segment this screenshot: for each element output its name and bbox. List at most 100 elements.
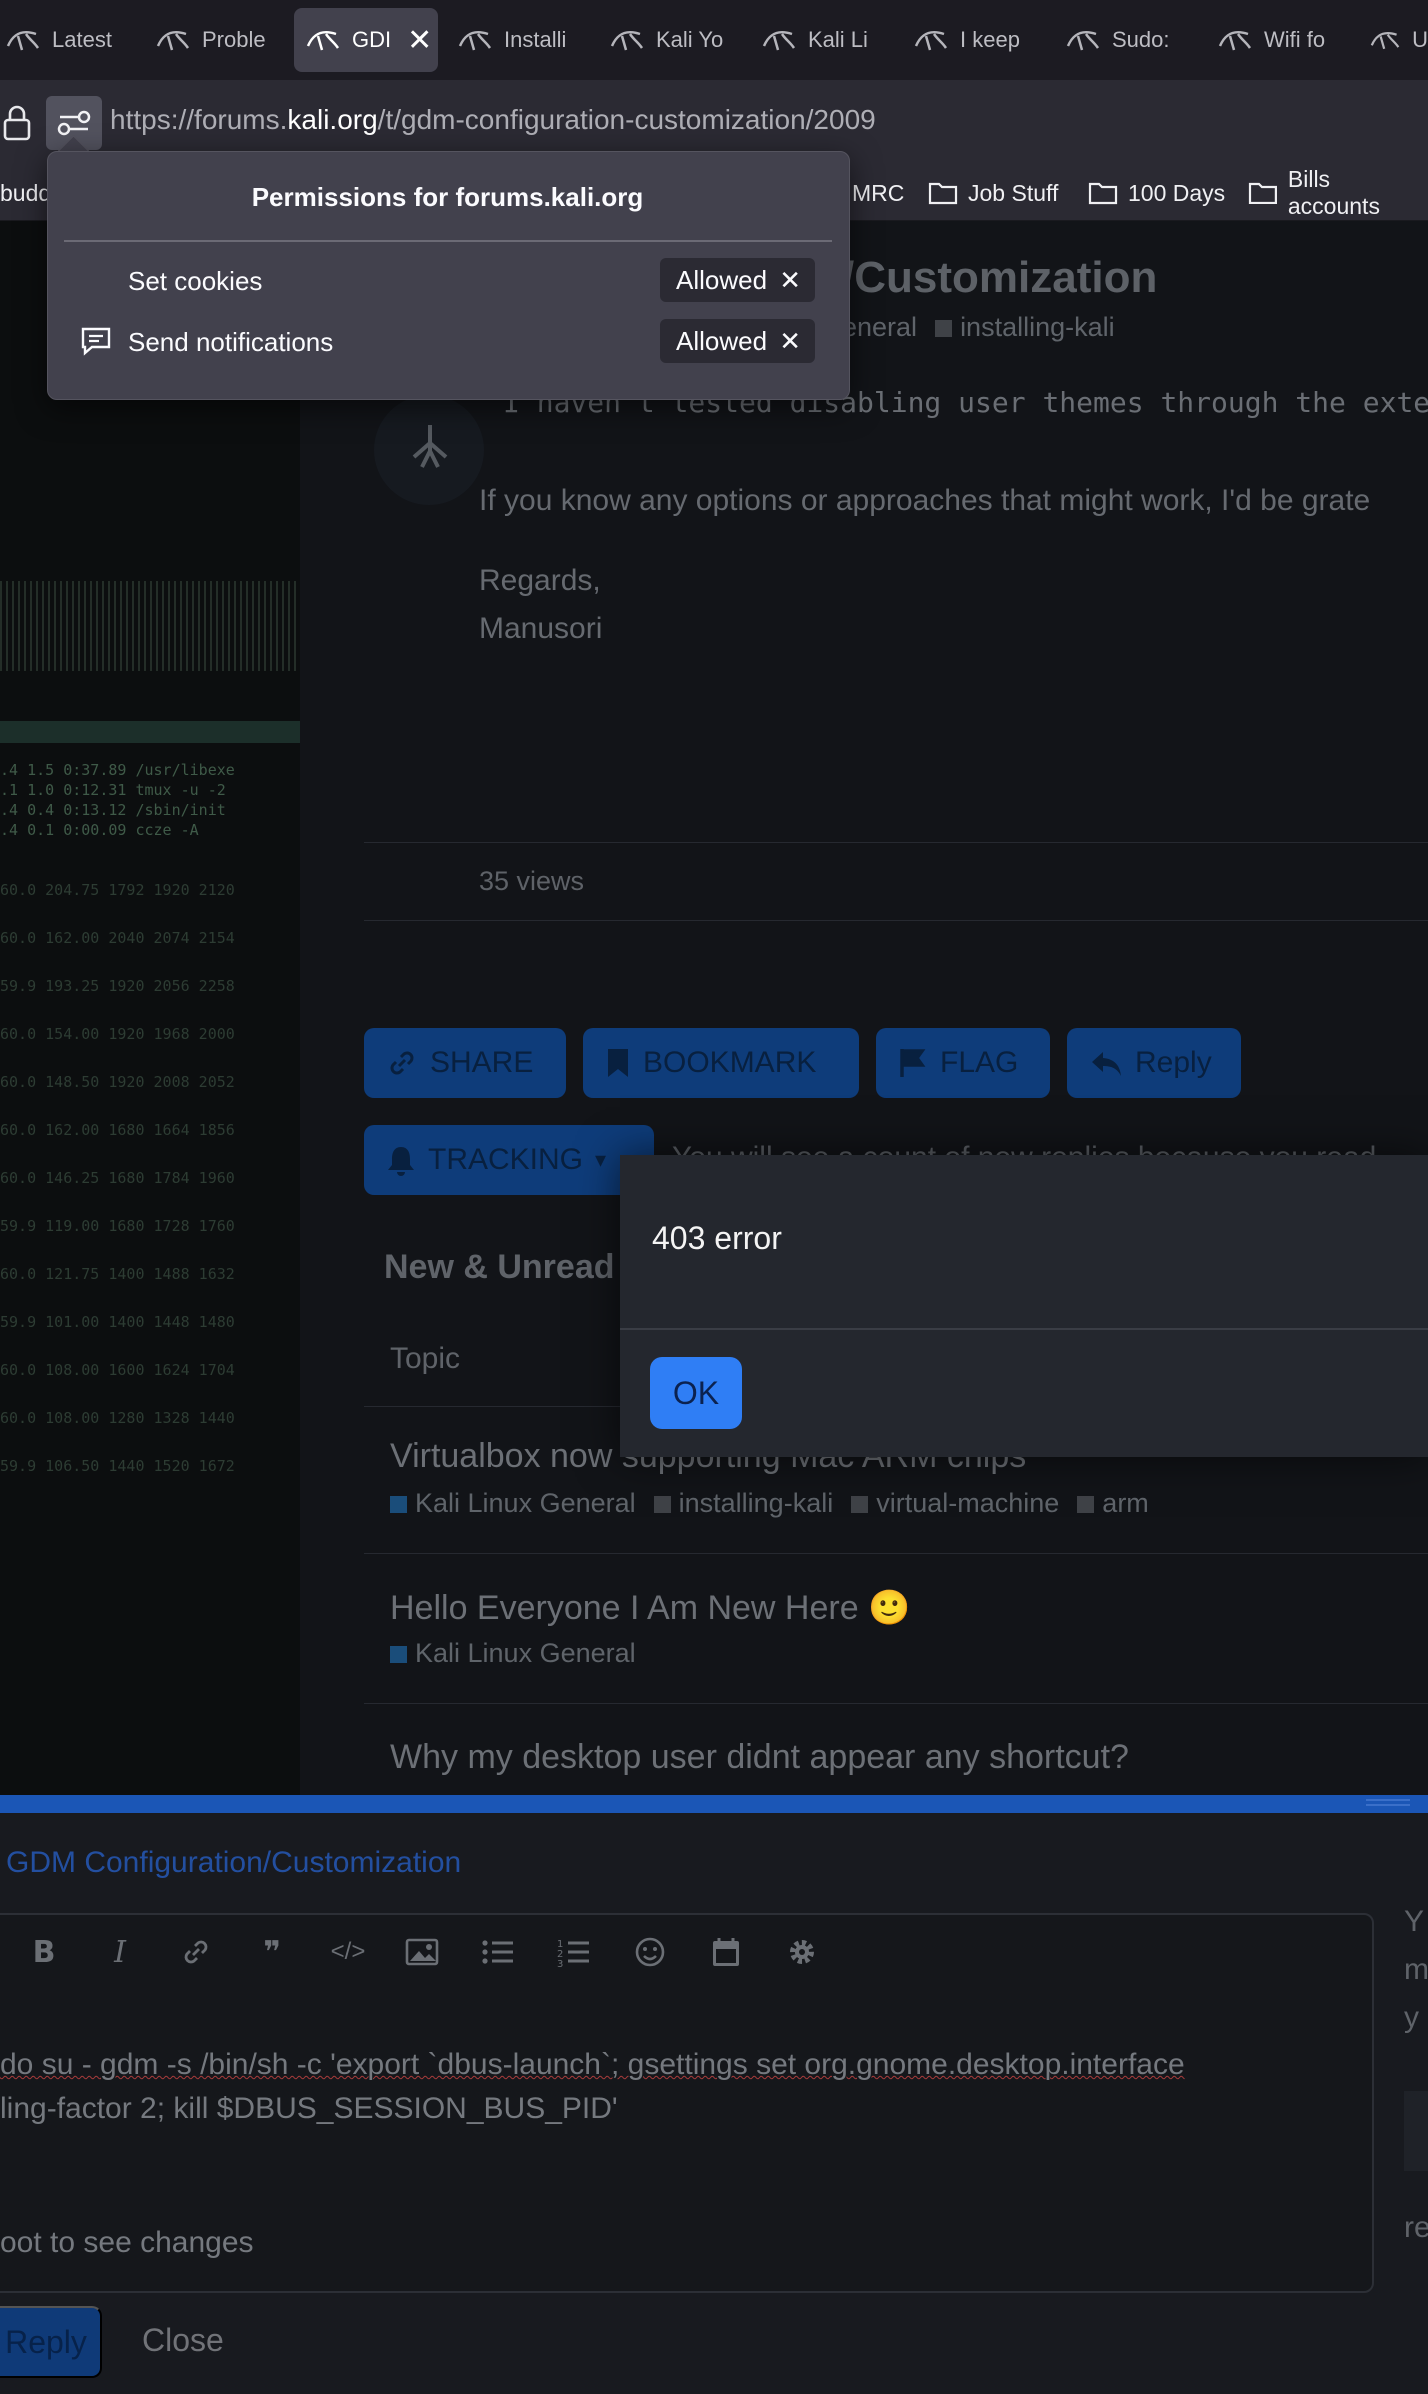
composer-text[interactable]: do su - gdm -s /bin/sh -c 'export `dbus-… — [0, 1988, 1360, 2258]
views-count: 35 views — [479, 866, 585, 896]
tab-wifi[interactable]: Wifi fo — [1218, 8, 1348, 72]
composer-resize-bar[interactable] — [0, 1795, 1428, 1813]
kali-dragon-icon — [1066, 30, 1100, 51]
bookmark-button[interactable]: BOOKMARK — [583, 1028, 859, 1098]
tab-installing[interactable]: Installi — [458, 8, 588, 72]
kali-dragon-icon — [306, 30, 340, 51]
bookmark-mrc[interactable]: MRC — [852, 174, 904, 212]
bookmark-folder-job-stuff[interactable]: Job Stuff — [928, 174, 1058, 212]
bell-icon — [388, 1147, 414, 1176]
preview-fragment: m — [1404, 1953, 1428, 1986]
kali-dragon-icon — [1218, 30, 1252, 51]
topic-column-header: Topic — [390, 1342, 461, 1375]
tab-sudo[interactable]: Sudo: — [1066, 8, 1196, 72]
svg-text:3: 3 — [557, 1959, 563, 1967]
remove-permission-icon[interactable]: ✕ — [779, 265, 801, 296]
popup-divider — [64, 240, 832, 242]
composer-close-link[interactable]: Close — [142, 2322, 224, 2359]
avatar[interactable] — [374, 395, 484, 505]
bookmark-label: BOOKMARK — [643, 1046, 817, 1079]
category-square-icon — [390, 1646, 407, 1664]
chevron-down-icon: ▾ — [595, 1147, 607, 1172]
kali-dragon-icon — [6, 30, 40, 51]
reply-button[interactable]: Reply — [1067, 1028, 1241, 1098]
grip-line — [1366, 1804, 1410, 1806]
emoji-icon[interactable] — [628, 1930, 672, 1974]
tag-square-icon — [935, 320, 953, 338]
editor-line: oot to see changes — [0, 2226, 254, 2258]
tab-gdm-active[interactable]: GDI ✕ — [294, 8, 438, 72]
lock-icon[interactable] — [2, 104, 32, 142]
composer-reply-button[interactable]: Reply — [0, 2306, 102, 2378]
bookmark-label: Job Stuff — [968, 179, 1059, 206]
remove-permission-icon[interactable]: ✕ — [779, 326, 801, 357]
suggested-topic-title[interactable]: Hello Everyone I Am New Here 🙂 — [390, 1588, 910, 1628]
divider — [364, 1553, 1428, 1554]
link-icon — [390, 1051, 414, 1075]
close-tab-icon[interactable]: ✕ — [407, 23, 432, 58]
permission-set-cookies-label: Set cookies — [128, 266, 263, 296]
notifications-allowed-chip[interactable]: Allowed ✕ — [660, 319, 815, 363]
topic-category[interactable]: Kali Linux General — [390, 1638, 636, 1669]
tracking-button[interactable]: TRACKING ▾ — [364, 1125, 654, 1195]
post-regards: Regards, — [479, 564, 601, 597]
url-field[interactable]: https://forums.kali.org/t/gdm-configurat… — [110, 104, 876, 136]
bookmark-folder-bills-accounts[interactable]: Bills accounts — [1248, 166, 1428, 219]
tag-square-icon — [653, 1496, 671, 1514]
tab-label: Kali Yo — [656, 27, 724, 52]
category-label: Kali Linux General — [415, 1638, 636, 1668]
tab-label: Installi — [504, 27, 567, 52]
tab-label: U — [1412, 27, 1428, 52]
editor-line: do su - gdm -s /bin/sh -c 'export `dbus-… — [0, 2048, 1185, 2082]
italic-icon[interactable]: I — [98, 1930, 142, 1974]
tab-u[interactable]: U — [1370, 8, 1428, 72]
editor-line: ling-factor 2; kill $DBUS_SESSION_BUS_PI… — [0, 2092, 618, 2125]
link-icon[interactable] — [174, 1930, 218, 1974]
tag-square-icon — [1077, 1496, 1095, 1514]
permissions-title: Permissions for forums.kali.org — [251, 182, 644, 212]
flag-button[interactable]: FLAG — [876, 1028, 1050, 1098]
suggested-topic-title[interactable]: Why my desktop user didnt appear any sho… — [390, 1738, 1129, 1777]
topic-tag[interactable]: installing-kali — [653, 1488, 834, 1519]
bookmark-label: MRC — [852, 179, 905, 206]
tab-kali-li[interactable]: Kali Li — [762, 8, 892, 72]
topic-tag[interactable]: installing-kali — [935, 312, 1115, 343]
tag-label: installing-kali — [678, 1488, 834, 1518]
tab-i-keep[interactable]: I keep — [914, 8, 1044, 72]
reply-icon — [1092, 1052, 1121, 1076]
tab-label: Sudo: — [1112, 27, 1170, 52]
image-icon[interactable] — [400, 1930, 444, 1974]
tracking-label: TRACKING — [428, 1143, 584, 1176]
permission-state: Allowed — [676, 264, 768, 295]
topic-category[interactable]: Kali Linux General — [390, 1488, 636, 1519]
kali-dragon-icon — [458, 30, 492, 51]
calendar-icon[interactable] — [704, 1930, 748, 1974]
tab-latest[interactable]: Latest — [6, 8, 146, 72]
cookies-allowed-chip[interactable]: Allowed ✕ — [660, 258, 815, 302]
tab-problem[interactable]: Proble — [156, 8, 286, 72]
bullet-list-icon[interactable] — [476, 1930, 520, 1974]
tag-label: installing-kali — [960, 312, 1115, 342]
share-button[interactable]: SHARE — [364, 1028, 566, 1098]
topic-category[interactable]: eneral — [842, 312, 917, 343]
ok-button[interactable]: OK — [650, 1357, 742, 1429]
bookmark-label: Bills accounts — [1287, 166, 1380, 219]
topic-title: /Customization — [842, 253, 1158, 302]
bold-icon[interactable]: B — [22, 1930, 66, 1974]
bookmark-budd[interactable]: budd — [0, 174, 51, 212]
topic-meta-row: Kali Linux General — [390, 1638, 636, 1669]
topic-tag[interactable]: arm — [1077, 1488, 1149, 1519]
bookmark-folder-100-days[interactable]: 100 Days — [1088, 174, 1225, 212]
kali-dragon-icon — [914, 30, 948, 51]
tab-kali-yo[interactable]: Kali Yo — [610, 8, 740, 72]
numbered-list-icon[interactable]: 123 — [552, 1930, 596, 1974]
quote-icon[interactable]: ❞ — [250, 1930, 294, 1974]
topic-tag[interactable]: virtual-machine — [851, 1488, 1059, 1519]
gear-icon[interactable] — [780, 1930, 824, 1974]
code-icon[interactable]: </> — [326, 1930, 370, 1974]
flag-icon — [900, 1049, 926, 1077]
preview-fragment: Y — [1404, 1905, 1425, 1938]
kali-dragon-icon — [412, 425, 448, 468]
composer-topic-link[interactable]: GDM Configuration/Customization — [6, 1846, 461, 1880]
preview-fragment: y — [1404, 2001, 1419, 2034]
